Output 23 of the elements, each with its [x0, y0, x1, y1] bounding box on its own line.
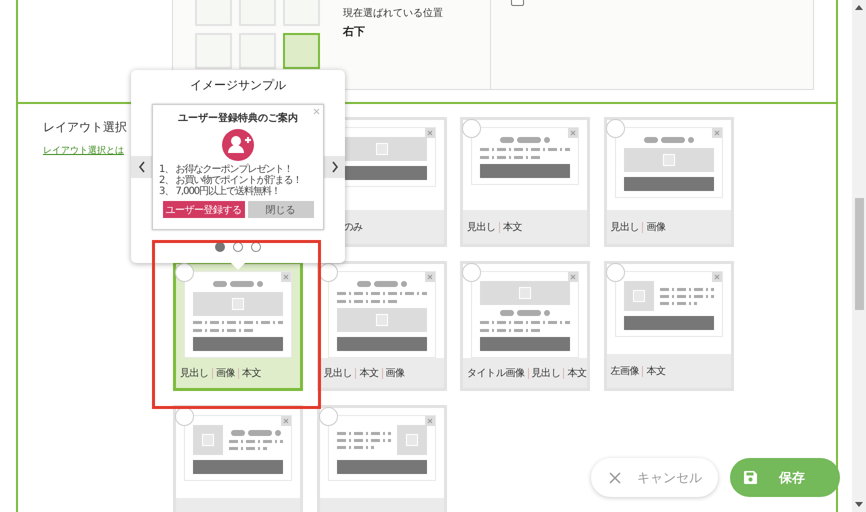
layout-card[interactable]: 左画像 本文	[604, 261, 734, 391]
layout-card[interactable]: タイトル画像 見出し 本文	[460, 261, 590, 391]
layout-label: 見出し 本文 画像	[324, 366, 408, 380]
current-position-label: 現在選ばれている位置	[343, 6, 443, 20]
register-button[interactable]: ユーザー登録する	[162, 201, 244, 218]
current-position-value: 右下	[343, 24, 365, 39]
layout-label: 見出し 本文	[467, 220, 526, 234]
layout-card[interactable]: 見出し 画像 本文	[173, 261, 303, 391]
list-item: 2、 お買い物でポイントが貯まる！	[159, 175, 303, 186]
layout-label: 左画像 本文	[610, 364, 669, 378]
layout-card[interactable]: 見出し 本文 画像	[316, 261, 446, 391]
layout-label: タイトル画像 見出し 本文	[467, 366, 590, 380]
layout-card[interactable]: 見出し 本文	[460, 117, 590, 247]
close-button[interactable]: 閉じる	[248, 201, 314, 218]
layout-card[interactable]: 見出し 画像	[604, 117, 734, 247]
section-title: レイアウト選択	[43, 119, 127, 136]
layout-label: 見出し 画像 本文	[180, 366, 264, 380]
list-item: 3、 7,000円以上で送料無料！	[159, 186, 282, 197]
popup-title: イメージサンプル	[190, 77, 286, 94]
list-item: 1、 お得なクーポンプレゼント！	[159, 164, 294, 175]
modal-title: ユーザー登録特典のご案内	[178, 111, 298, 125]
help-link[interactable]: レイアウト選択とは	[43, 144, 124, 157]
layout-label: 見出し 画像	[610, 220, 669, 234]
